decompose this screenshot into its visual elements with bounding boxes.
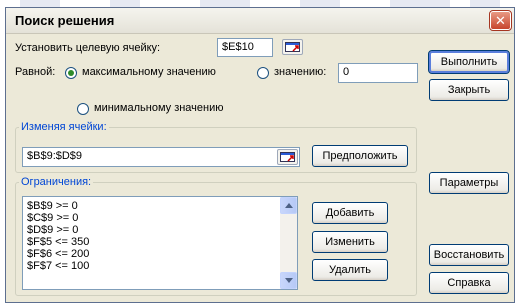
changing-cells-value: $B$9:$D$9 xyxy=(27,150,83,162)
chevron-up-icon xyxy=(285,203,293,208)
guess-button[interactable]: Предположить xyxy=(312,145,408,167)
target-ref-button[interactable] xyxy=(282,39,303,55)
chevron-down-icon xyxy=(285,278,293,283)
changing-cells-legend: Изменяя ячейки: xyxy=(19,121,109,133)
target-cell-label: Установить целевую ячейку: xyxy=(15,42,161,54)
radio-max[interactable] xyxy=(65,67,77,79)
scroll-down-button[interactable] xyxy=(280,272,297,289)
changing-cells-input[interactable]: $B$9:$D$9 xyxy=(22,147,300,167)
help-button[interactable]: Справка xyxy=(429,272,509,294)
value-input[interactable]: 0 xyxy=(338,63,418,83)
solver-dialog: Поиск решения ✕ Установить целевую ячейк… xyxy=(5,7,515,303)
delete-button[interactable]: Удалить xyxy=(312,259,388,281)
options-button[interactable]: Параметры xyxy=(429,172,509,194)
radio-value-label[interactable]: значению: xyxy=(274,66,326,78)
collapse-ref-icon xyxy=(280,152,295,162)
changing-ref-button[interactable] xyxy=(277,149,298,165)
close-button[interactable]: Закрыть xyxy=(429,79,509,101)
constraints-legend: Ограничения: xyxy=(19,176,94,188)
list-item[interactable]: $C$9 >= 0 xyxy=(27,212,78,224)
value-input-text: 0 xyxy=(343,66,350,78)
list-item[interactable]: $D$9 >= 0 xyxy=(27,224,78,236)
window-title: Поиск решения xyxy=(15,13,115,28)
target-cell-input[interactable]: $E$10 xyxy=(217,38,273,57)
add-button[interactable]: Добавить xyxy=(312,202,388,224)
reset-button[interactable]: Восстановить xyxy=(429,244,509,266)
list-item[interactable]: $B$9 >= 0 xyxy=(27,200,78,212)
scroll-up-button[interactable] xyxy=(280,197,297,214)
radio-min[interactable] xyxy=(77,103,89,115)
radio-min-label[interactable]: минимальному значению xyxy=(94,102,224,114)
list-item[interactable]: $F$6 <= 200 xyxy=(27,248,89,260)
equal-label: Равной: xyxy=(15,66,56,78)
title-bar: Поиск решения ✕ xyxy=(6,8,514,34)
radio-value[interactable] xyxy=(257,67,269,79)
change-button[interactable]: Изменить xyxy=(312,231,388,253)
target-cell-value: $E$10 xyxy=(222,41,254,53)
collapse-ref-icon xyxy=(285,42,300,52)
scrollbar[interactable] xyxy=(280,197,297,289)
list-item[interactable]: $F$7 <= 100 xyxy=(27,260,89,272)
constraints-list[interactable]: $B$9 >= 0 $C$9 >= 0 $D$9 >= 0 $F$5 <= 35… xyxy=(22,196,298,290)
solve-button[interactable]: Выполнить xyxy=(428,50,510,74)
close-icon[interactable]: ✕ xyxy=(489,10,512,31)
radio-max-label[interactable]: максимальному значению xyxy=(82,66,216,78)
list-item[interactable]: $F$5 <= 350 xyxy=(27,236,89,248)
